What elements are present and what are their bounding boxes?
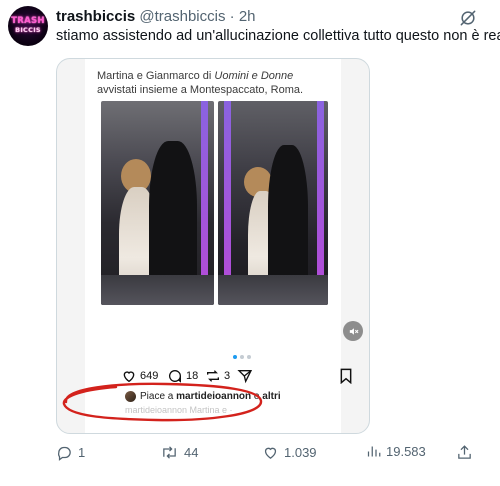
like-count: 1.039 xyxy=(284,445,317,460)
tweet-media[interactable]: Martina e Gianmarco di Uomini e Donne av… xyxy=(56,58,370,434)
liked-by-text: Piace a martideioannon e altri xyxy=(140,391,281,402)
timestamp[interactable]: 2h xyxy=(239,8,256,25)
liker-avatar xyxy=(125,391,136,402)
tweet-text: stiamo assistendo ad un'allucinazione co… xyxy=(56,28,500,44)
caption-prefix: Martina e Gianmarco di xyxy=(97,70,215,82)
handle[interactable]: @trashbiccis xyxy=(139,8,225,25)
mute-icon xyxy=(349,327,358,335)
tweet-action-bar: 1 44 1.039 19.583 xyxy=(56,444,486,464)
heart-icon xyxy=(264,447,277,459)
repost-icon xyxy=(207,370,219,382)
floor xyxy=(218,275,328,305)
post-comment-action[interactable]: 18 xyxy=(167,368,198,384)
post-caption: Martina e Gianmarco di Uomini e Donne av… xyxy=(97,69,337,97)
display-name[interactable]: trashbiccis xyxy=(56,8,135,25)
comment-icon xyxy=(169,370,181,383)
comment-icon xyxy=(58,446,71,461)
reply-button[interactable]: 1 xyxy=(56,444,85,461)
bookmark-icon xyxy=(340,368,352,384)
post-photo-left xyxy=(101,101,214,305)
mute-button[interactable] xyxy=(343,321,363,341)
like-button[interactable]: 1.039 xyxy=(262,444,317,461)
repost-icon xyxy=(163,446,176,459)
carousel-dot xyxy=(233,355,237,359)
avatar[interactable]: TRASH BICCIS xyxy=(8,6,48,46)
post-reposts-count: 3 xyxy=(224,370,231,382)
views-button[interactable]: 19.583 xyxy=(366,444,426,459)
grok-icon[interactable] xyxy=(458,8,478,28)
post-likes-count: 649 xyxy=(140,370,159,382)
post-send-action[interactable] xyxy=(237,368,253,384)
floor xyxy=(101,275,214,305)
share-button[interactable] xyxy=(456,444,473,461)
avatar-logo-bottom: BICCIS xyxy=(15,26,41,34)
send-icon xyxy=(237,370,253,384)
avatar-logo-top: TRASH xyxy=(11,16,45,26)
caption-show-name: Uomini e Donne xyxy=(214,70,294,82)
liked-by-suffix: e xyxy=(251,391,263,402)
post-save-action[interactable] xyxy=(339,368,353,384)
share-icon xyxy=(458,445,471,459)
liked-by-user: martideioannon xyxy=(176,391,252,402)
views-icon xyxy=(367,446,381,457)
repost-count: 44 xyxy=(184,445,199,460)
carousel-dots xyxy=(233,355,251,359)
post-like-action[interactable]: 649 xyxy=(121,368,158,384)
views-count: 19.583 xyxy=(386,444,426,459)
repost-button[interactable]: 44 xyxy=(160,444,198,461)
instagram-post-screenshot: Martina e Gianmarco di Uomini e Donne av… xyxy=(85,59,363,433)
reply-count: 1 xyxy=(78,445,86,460)
liked-by-prefix: Piace a xyxy=(140,391,177,402)
post-photo-right xyxy=(218,101,328,305)
faded-caption-line: martideioannon Martina e · xyxy=(125,405,233,415)
post-action-bar: 649 18 3 xyxy=(121,367,361,387)
caption-suffix: avvistati insieme a Montespaccato, Roma. xyxy=(97,84,304,96)
post-repost-action[interactable]: 3 xyxy=(205,368,230,384)
tweet-header: trashbiccis @trashbiccis · 2h xyxy=(56,8,256,25)
heart-icon xyxy=(123,371,135,383)
post-comments-count: 18 xyxy=(186,370,199,382)
liked-by-others: altri xyxy=(262,391,281,402)
carousel-dot xyxy=(240,355,244,359)
carousel-dot xyxy=(247,355,251,359)
liked-by-line: Piace a martideioannon e altri xyxy=(125,391,281,402)
separator: · xyxy=(229,8,235,25)
